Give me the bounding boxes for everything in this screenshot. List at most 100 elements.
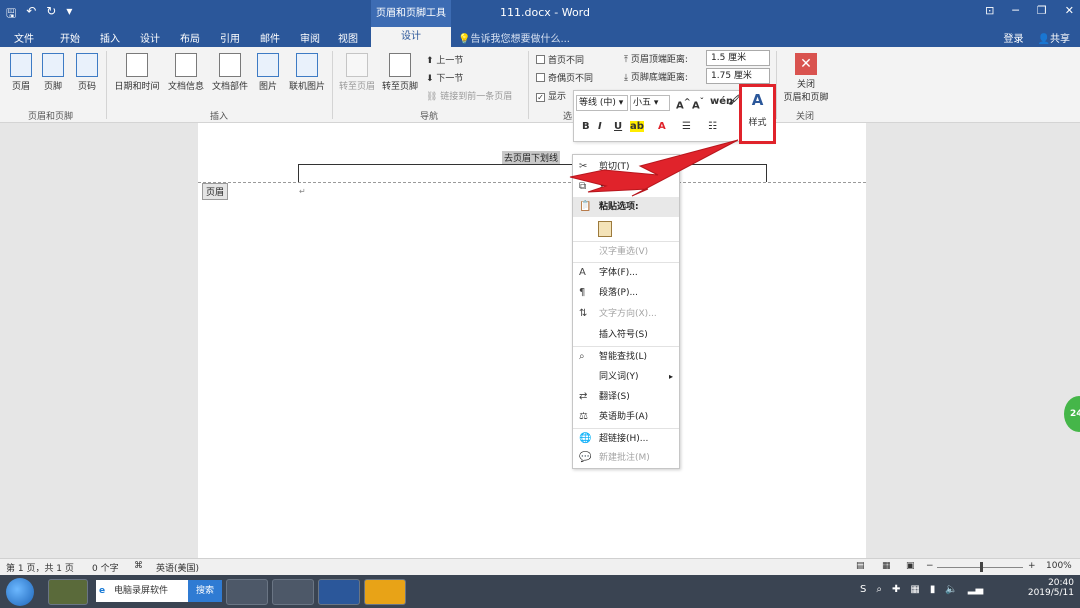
- previous-section-button[interactable]: ⬆ 上一节: [426, 53, 463, 66]
- file-explorer-icon[interactable]: [272, 579, 314, 605]
- undo-icon[interactable]: ↶: [26, 4, 36, 25]
- tab-header-footer-design[interactable]: 设计: [371, 27, 451, 47]
- minimize-icon[interactable]: ─: [1012, 4, 1019, 17]
- header-text[interactable]: 去页眉下划线: [502, 151, 561, 164]
- close-icon[interactable]: ✕: [1065, 4, 1074, 17]
- tab-review[interactable]: 审阅: [300, 30, 320, 45]
- tab-home[interactable]: 开始: [60, 30, 80, 45]
- page-number-button[interactable]: 页码: [74, 53, 100, 92]
- font-size-select[interactable]: 小五 ▾: [630, 95, 670, 111]
- web-layout-icon[interactable]: ▣: [906, 561, 915, 571]
- menu-item-hyperlink[interactable]: 🌐 超链接(H)...: [573, 428, 679, 448]
- app-green-plus-icon[interactable]: [226, 579, 268, 605]
- link-to-previous-button[interactable]: ⛓ 链接到前一条页眉: [426, 89, 512, 102]
- menu-item-cut[interactable]: ✂ 剪切(T): [573, 157, 679, 177]
- zoom-in-icon[interactable]: +: [1028, 561, 1036, 571]
- font-color-icon[interactable]: A: [658, 121, 666, 132]
- taskbar-search-button[interactable]: 搜索: [188, 580, 222, 602]
- word-app-icon[interactable]: [318, 579, 360, 605]
- italic-icon[interactable]: I: [598, 121, 602, 132]
- english-assistant-icon: ⚖: [579, 411, 588, 422]
- close-header-footer-button[interactable]: ✕ 关闭 页眉和页脚: [778, 53, 834, 103]
- footer-button[interactable]: 页脚: [40, 53, 66, 92]
- tab-references[interactable]: 引用: [220, 30, 240, 45]
- pictures-button[interactable]: 图片: [254, 53, 282, 92]
- save-icon[interactable]: 🖫: [6, 4, 16, 25]
- next-section-button[interactable]: ⬇ 下一节: [426, 71, 463, 84]
- print-layout-icon[interactable]: ▦: [882, 561, 891, 571]
- numbering-icon[interactable]: ☷: [708, 121, 717, 132]
- read-mode-icon[interactable]: ▤: [856, 561, 865, 571]
- highlight-icon[interactable]: ab: [630, 121, 644, 132]
- restore-icon[interactable]: ❐: [1037, 4, 1047, 17]
- app-360-icon[interactable]: [48, 579, 88, 605]
- header-distance-icon: ⤒: [624, 55, 631, 65]
- tab-layout[interactable]: 布局: [180, 30, 200, 45]
- menu-item-paragraph[interactable]: ¶ 段落(P)...: [573, 283, 679, 303]
- system-tray: S ⌕ ✚ ▦ ▮ 🔈 ▂▄: [860, 584, 983, 595]
- zoom-level[interactable]: 100%: [1046, 561, 1072, 571]
- menu-item-translate[interactable]: ⇄ 翻译(S): [573, 387, 679, 407]
- customize-icon[interactable]: ▾: [66, 4, 72, 25]
- zoom-slider-thumb[interactable]: [980, 562, 983, 572]
- ribbon-display-icon[interactable]: ⊡: [985, 4, 994, 17]
- bold-icon[interactable]: B: [582, 121, 590, 132]
- menu-item-smart-lookup[interactable]: ⌕ 智能查找(L): [573, 346, 679, 366]
- goto-header-button[interactable]: 转至页眉: [336, 53, 378, 92]
- document-info-button[interactable]: 文档信息: [164, 53, 208, 92]
- tab-view[interactable]: 视图: [338, 30, 358, 45]
- calendar-icon: [126, 53, 148, 77]
- tab-file[interactable]: 文件: [14, 30, 34, 45]
- menu-item-text-direction[interactable]: ⇅ 文字方向(X)...: [573, 304, 679, 324]
- screen-recorder-icon[interactable]: [364, 579, 406, 605]
- menu-item-copy[interactable]: ⧉ 复制(C): [573, 177, 679, 197]
- network-icon[interactable]: ▦: [910, 584, 919, 595]
- menu-item-insert-symbol[interactable]: 插入符号(S): [573, 325, 679, 345]
- page-count[interactable]: 第 1 页，共 1 页: [6, 561, 74, 574]
- footer-bottom-distance-field[interactable]: 1.75 厘米: [706, 68, 770, 84]
- security-icon[interactable]: ✚: [892, 584, 900, 595]
- search-tray-icon[interactable]: ⌕: [876, 584, 882, 595]
- picture-icon: [257, 53, 279, 77]
- word-count[interactable]: 0 个字: [92, 561, 119, 574]
- different-first-page-checkbox[interactable]: 首页不同: [536, 53, 584, 66]
- proofing-icon[interactable]: ⌘: [134, 561, 143, 571]
- group-label-close: 关闭: [796, 112, 815, 122]
- sogou-icon[interactable]: S: [860, 584, 866, 595]
- styles-button[interactable]: A 样式: [739, 84, 776, 144]
- menu-item-new-comment[interactable]: 💬 新建批注(M): [573, 448, 679, 468]
- paste-keep-source-icon[interactable]: [598, 221, 612, 237]
- bullets-icon[interactable]: ☰: [682, 121, 691, 132]
- menu-item-english-assistant[interactable]: ⚖ 英语助手(A): [573, 407, 679, 427]
- battery-icon[interactable]: ▮: [930, 584, 936, 595]
- share-button[interactable]: 👤共享: [1038, 30, 1070, 45]
- header-button[interactable]: 页眉: [8, 53, 34, 92]
- menu-item-reconvert[interactable]: 汉字重选(V): [573, 241, 679, 261]
- grow-font-icon[interactable]: A^: [676, 96, 691, 111]
- menu-item-font[interactable]: A 字体(F)...: [573, 262, 679, 282]
- different-odd-even-checkbox[interactable]: 奇偶页不同: [536, 71, 593, 84]
- online-pictures-button[interactable]: 联机图片: [284, 53, 330, 92]
- quick-parts-button[interactable]: 文档部件: [208, 53, 252, 92]
- signal-icon[interactable]: ▂▄: [968, 584, 983, 595]
- tab-insert[interactable]: 插入: [100, 30, 120, 45]
- login-link[interactable]: 登录: [1004, 30, 1024, 45]
- date-time-button[interactable]: 日期和时间: [110, 53, 164, 92]
- tell-me-search[interactable]: 💡告诉我您想要做什么...: [458, 30, 570, 45]
- underline-icon[interactable]: U: [614, 121, 622, 132]
- redo-icon[interactable]: ↻: [46, 4, 56, 25]
- tab-mailings[interactable]: 邮件: [260, 30, 280, 45]
- tab-design[interactable]: 设计: [140, 30, 160, 45]
- goto-footer-button[interactable]: 转至页脚: [379, 53, 421, 92]
- zoom-out-icon[interactable]: −: [926, 561, 934, 571]
- clock[interactable]: 20:40 2019/5/11: [1028, 578, 1074, 598]
- language-status[interactable]: 英语(美国): [156, 561, 199, 574]
- start-button-icon[interactable]: [6, 578, 34, 606]
- font-name-select[interactable]: 等线 (中) ▾: [576, 95, 628, 111]
- show-document-text-checkbox[interactable]: 显示: [536, 89, 566, 102]
- menu-item-synonyms[interactable]: 同义词(Y) ▸: [573, 367, 679, 387]
- volume-icon[interactable]: 🔈: [945, 584, 957, 595]
- shrink-font-icon[interactable]: Aˇ: [692, 96, 704, 111]
- taskbar-search-input[interactable]: e 电脑录屏软件: [96, 580, 188, 602]
- header-top-distance-field[interactable]: 1.5 厘米: [706, 50, 770, 66]
